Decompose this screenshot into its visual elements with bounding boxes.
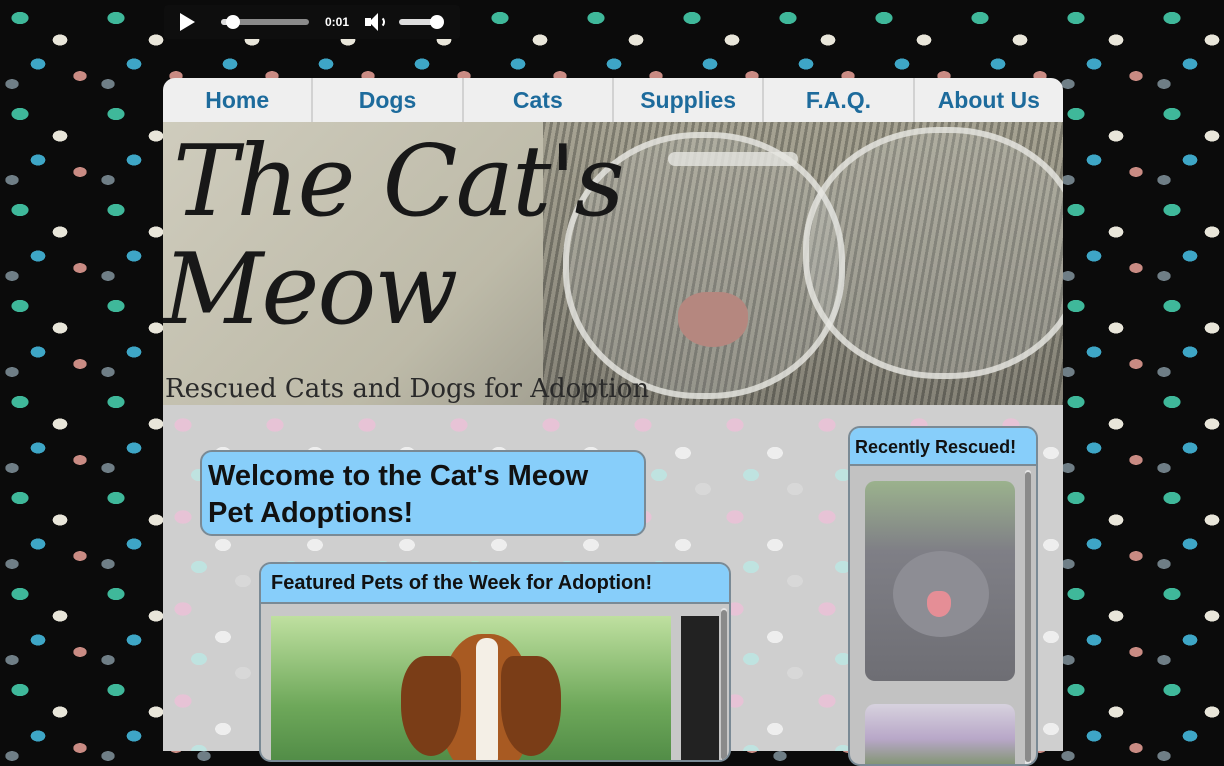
volume-thumb[interactable] — [429, 15, 444, 29]
site-title: The Cat's Meow — [163, 125, 625, 347]
welcome-line1: Welcome to the Cat's Meow — [208, 460, 589, 492]
audio-progress-thumb[interactable] — [225, 15, 240, 29]
featured-pet-photo-beagle[interactable] — [271, 616, 671, 760]
recently-rescued-heading: Recently Rescued! — [850, 428, 1036, 466]
featured-scrollbar[interactable] — [721, 608, 727, 760]
audio-progress-slider[interactable] — [221, 15, 309, 29]
site-title-line2: Meow — [163, 233, 458, 347]
nav-supplies[interactable]: Supplies — [614, 78, 765, 122]
welcome-box: Welcome to the Cat's Meow Pet Adoptions! — [200, 450, 646, 536]
glasses-bridge — [668, 152, 798, 166]
featured-pets-panel: Featured Pets of the Week for Adoption! — [259, 562, 731, 762]
sidebar-scrollbar[interactable] — [1025, 470, 1031, 764]
header-banner: The Cat's Meow Rescued Cats and Dogs for… — [163, 122, 1063, 405]
main-content: Welcome to the Cat's Meow Pet Adoptions!… — [163, 405, 1063, 766]
featured-pet-photo-next[interactable] — [681, 616, 719, 760]
volume-icon[interactable] — [365, 13, 387, 31]
play-icon[interactable] — [180, 13, 195, 31]
featured-pets-heading: Featured Pets of the Week for Adoption! — [261, 564, 729, 604]
site-tagline: Rescued Cats and Dogs for Adoption — [165, 374, 650, 404]
audio-player: 0:01 — [164, 5, 460, 39]
volume-slider[interactable] — [399, 15, 444, 29]
cat-nose — [678, 292, 748, 347]
nav-dogs[interactable]: Dogs — [313, 78, 464, 122]
rescued-puppy-photo[interactable] — [865, 704, 1015, 764]
rescued-kitten-photo[interactable] — [865, 481, 1015, 681]
main-nav: Home Dogs Cats Supplies F.A.Q. About Us — [163, 78, 1063, 122]
nav-about-us[interactable]: About Us — [915, 78, 1063, 122]
audio-time: 0:01 — [325, 15, 350, 29]
nav-home[interactable]: Home — [163, 78, 314, 122]
nav-faq[interactable]: F.A.Q. — [764, 78, 915, 122]
welcome-line2: Pet Adoptions! — [208, 497, 414, 529]
site-title-line1: The Cat's — [173, 125, 625, 239]
glasses-lens-right — [803, 127, 1063, 379]
nav-cats[interactable]: Cats — [464, 78, 614, 122]
recently-rescued-panel: Recently Rescued! — [848, 426, 1038, 766]
